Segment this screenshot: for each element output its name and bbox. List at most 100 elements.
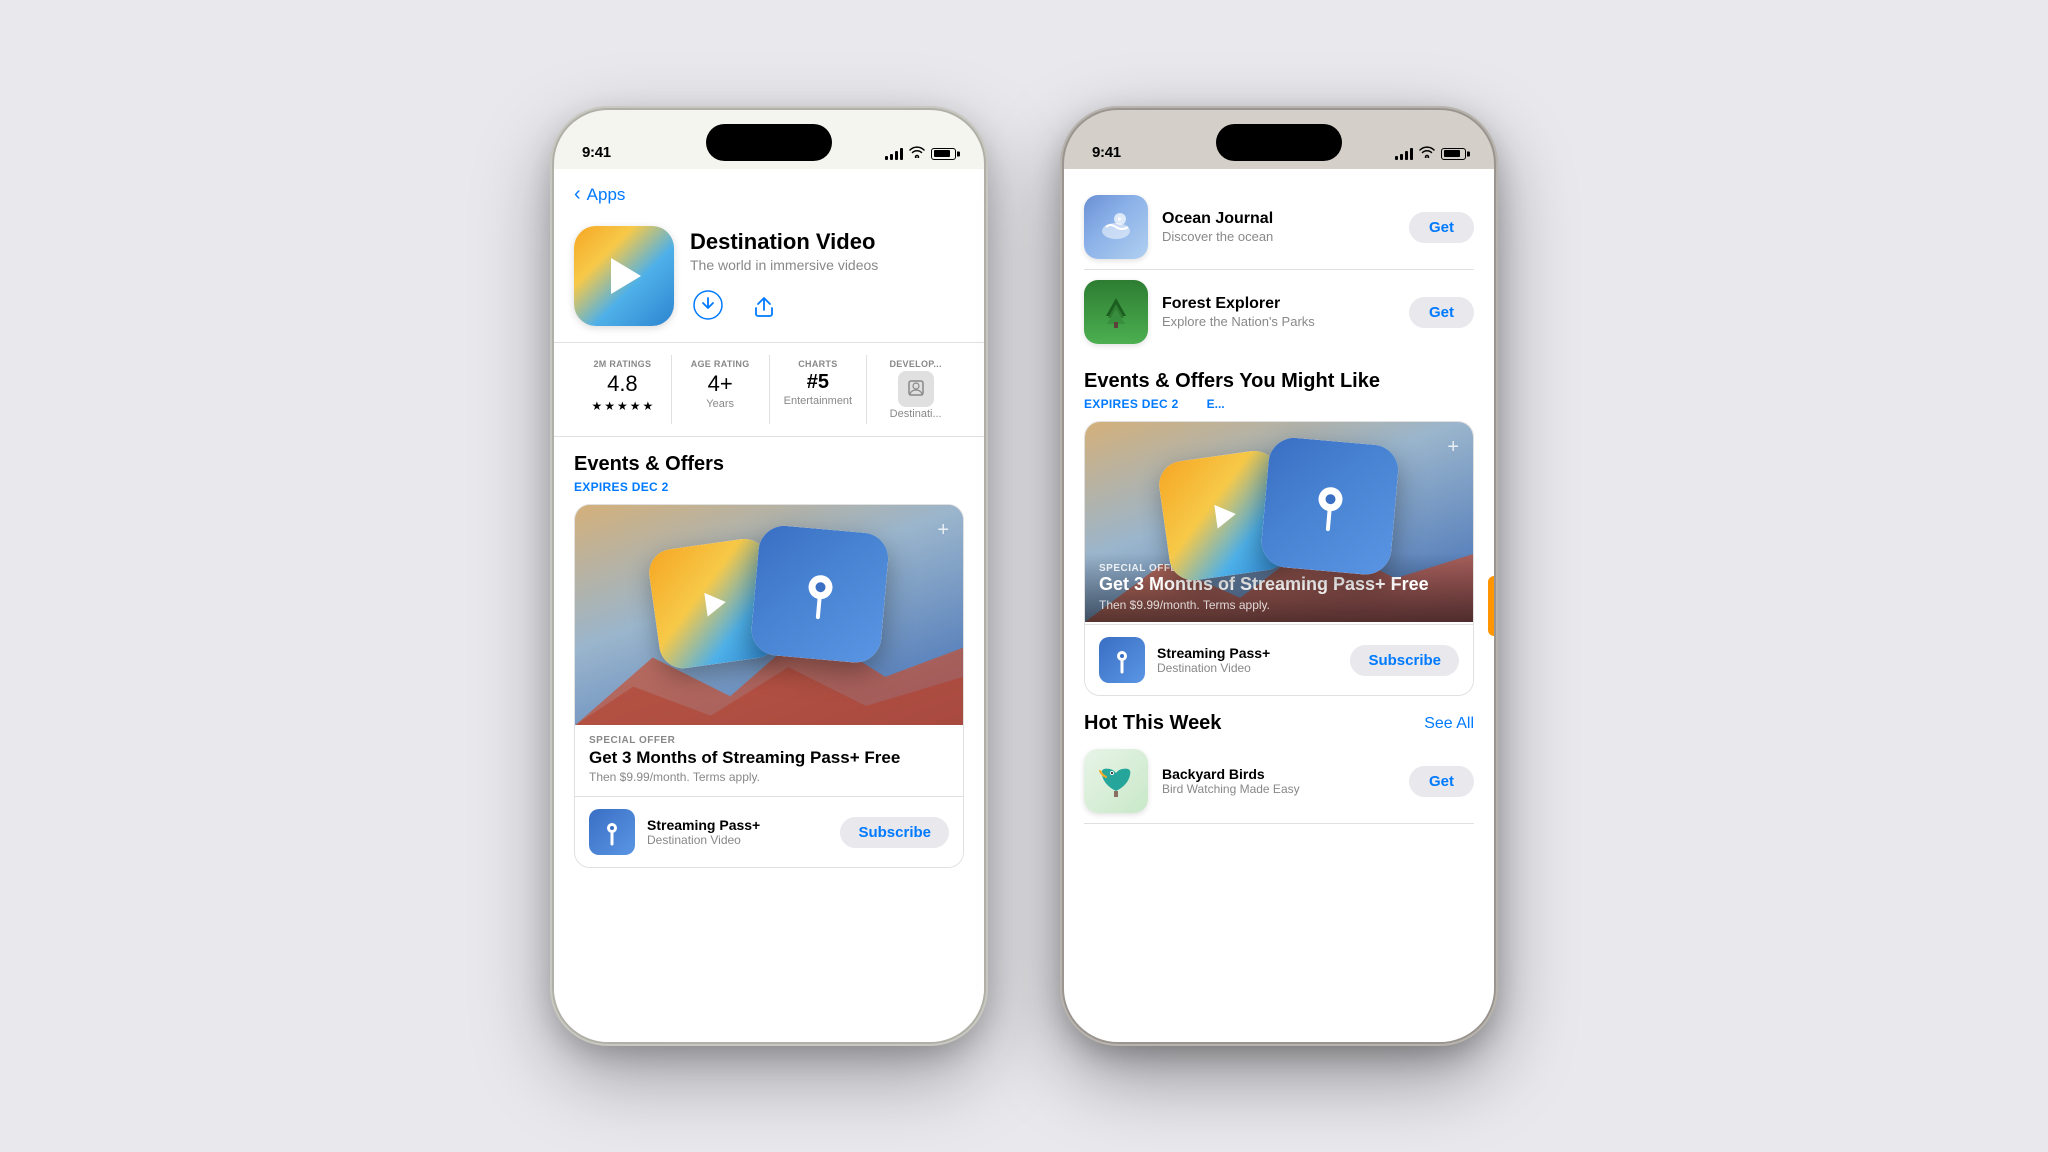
wifi-icon-2: [1419, 146, 1435, 161]
forest-explorer-get-btn[interactable]: Get: [1409, 297, 1474, 328]
download-button-1[interactable]: [690, 287, 726, 323]
offer-sub-2: Then $9.99/month. Terms apply.: [1099, 598, 1459, 612]
event-card-1[interactable]: + SPECIAL OFFER Get 3 Months of Streamin…: [574, 504, 964, 868]
ocean-journal-get-btn[interactable]: Get: [1409, 212, 1474, 243]
battery-icon-1: [931, 148, 956, 160]
developer-label: DEVELOP...: [889, 359, 941, 369]
subscribe-icon-1: [589, 809, 635, 855]
rating-count-label: 2M RATINGS: [593, 359, 651, 369]
subscribe-button-1[interactable]: Subscribe: [840, 817, 949, 848]
events-might-like-title: Events & Offers You Might Like: [1084, 370, 1474, 393]
backyard-birds-icon: [1084, 749, 1148, 813]
age-rating-item: AGE RATING 4+ Years: [672, 355, 770, 424]
app-info-1: Destination Video The world in immersive…: [690, 226, 964, 323]
ratings-row-1: 2M RATINGS 4.8 ★ ★ ★ ★ ★ AGE RATING 4+ Y…: [554, 343, 984, 437]
expires-label-1: EXPIRES DEC 2: [574, 480, 964, 494]
screen-1: ‹ Apps Destination Video The world in im…: [554, 169, 984, 1042]
developer-sub: Destinati...: [890, 408, 942, 420]
status-time-2: 9:41: [1092, 144, 1121, 161]
app-list-2: Ocean Journal Discover the ocean Get: [1064, 169, 1494, 354]
subscribe-info-2: Streaming Pass+ Destination Video: [1157, 645, 1338, 675]
backyard-birds-info: Backyard Birds Bird Watching Made Easy: [1162, 766, 1395, 796]
list-item-ocean: Ocean Journal Discover the ocean Get: [1084, 185, 1474, 270]
forest-explorer-name: Forest Explorer: [1162, 295, 1395, 313]
wifi-icon-1: [909, 146, 925, 161]
forest-explorer-icon: [1084, 280, 1148, 344]
subscribe-icon-2: [1099, 637, 1145, 683]
rating-count-item: 2M RATINGS 4.8 ★ ★ ★ ★ ★: [574, 355, 672, 424]
hot-title: Hot This Week: [1084, 712, 1221, 735]
phone-1: 9:41 ‹ Apps: [554, 110, 984, 1042]
dynamic-island-1: [706, 124, 832, 161]
backyard-birds-get-btn[interactable]: Get: [1409, 766, 1474, 797]
app-subtitle-1: The world in immersive videos: [690, 257, 964, 273]
subscribe-info-1: Streaming Pass+ Destination Video: [647, 817, 828, 847]
events-title-1: Events & Offers: [574, 453, 964, 476]
forest-explorer-info: Forest Explorer Explore the Nation's Par…: [1162, 295, 1395, 329]
charts-item: CHARTS #5 Entertainment: [770, 355, 868, 424]
ocean-journal-info: Ocean Journal Discover the ocean: [1162, 210, 1395, 244]
screen-2: Ocean Journal Discover the ocean Get: [1064, 169, 1494, 1042]
floating-card-2: [749, 524, 890, 665]
age-rating-value: 4+: [708, 371, 733, 397]
subscribe-app-2: Destination Video: [1157, 661, 1338, 675]
expires-label-2: EXPIRES DEC 2: [1084, 397, 1179, 411]
event-card-visual-1: +: [575, 505, 963, 725]
offer-sub-1: Then $9.99/month. Terms apply.: [589, 770, 949, 784]
dynamic-island-2: [1216, 124, 1342, 161]
event-card-2[interactable]: + SPECIAL OFFER Get 3 Months of Streamin…: [1084, 421, 1474, 696]
see-all-button[interactable]: See All: [1424, 715, 1474, 733]
ocean-journal-icon: [1084, 195, 1148, 259]
subscribe-name-2: Streaming Pass+: [1157, 645, 1338, 661]
developer-item: DEVELOP... Destinati...: [867, 355, 964, 424]
battery-icon-2: [1441, 148, 1466, 160]
expires-label-2b: E...: [1207, 397, 1225, 411]
app-header-1: Destination Video The world in immersive…: [554, 216, 984, 343]
event-card-visual-2: + SPECIAL OFFER Get 3 Months of Streamin…: [1085, 422, 1473, 622]
ocean-journal-desc: Discover the ocean: [1162, 229, 1395, 244]
hot-item-birds: Backyard Birds Bird Watching Made Easy G…: [1084, 739, 1474, 824]
status-icons-2: [1395, 146, 1466, 161]
status-time-1: 9:41: [582, 144, 611, 161]
app-title-1: Destination Video: [690, 230, 964, 254]
offer-title-1: Get 3 Months of Streaming Pass+ Free: [589, 748, 949, 768]
offer-type-label-1: SPECIAL OFFER: [589, 735, 949, 746]
list-item-forest: Forest Explorer Explore the Nation's Par…: [1084, 270, 1474, 354]
floating-card-2b: [1259, 436, 1400, 577]
back-chevron-icon-1: ‹: [574, 183, 581, 206]
subscribe-row-2: Streaming Pass+ Destination Video Subscr…: [1085, 624, 1473, 695]
play-icon: [611, 258, 641, 294]
charts-label: CHARTS: [798, 359, 837, 369]
event-card-text-1: SPECIAL OFFER Get 3 Months of Streaming …: [575, 725, 963, 794]
status-icons-1: [885, 146, 956, 161]
age-rating-label: AGE RATING: [691, 359, 750, 369]
share-button-1[interactable]: [746, 287, 782, 323]
phone-2: 9:41: [1064, 110, 1494, 1042]
star-rating: ★ ★ ★ ★ ★: [591, 399, 653, 413]
backyard-birds-desc: Bird Watching Made Easy: [1162, 782, 1395, 796]
developer-icon: [898, 371, 934, 407]
app-icon-destination-video: [574, 226, 674, 326]
orange-pill: [1488, 576, 1494, 636]
expires-row-2: EXPIRES DEC 2 E...: [1084, 397, 1474, 411]
back-button-1[interactable]: ‹ Apps: [574, 183, 625, 206]
subscribe-app-1: Destination Video: [647, 833, 828, 847]
subscribe-row-1: Streaming Pass+ Destination Video Subscr…: [575, 796, 963, 867]
nav-bar-1: ‹ Apps: [554, 169, 984, 216]
signal-icon-1: [885, 148, 903, 160]
hot-list: Backyard Birds Bird Watching Made Easy G…: [1064, 735, 1494, 824]
plus-icon-2: +: [1447, 436, 1459, 459]
hot-section-2: Hot This Week See All: [1064, 696, 1494, 735]
forest-explorer-desc: Explore the Nation's Parks: [1162, 314, 1395, 329]
rating-value: 4.8: [607, 371, 638, 397]
events-section-2: Events & Offers You Might Like EXPIRES D…: [1064, 354, 1494, 696]
backyard-birds-name: Backyard Birds: [1162, 766, 1395, 782]
ocean-journal-name: Ocean Journal: [1162, 210, 1395, 228]
subscribe-button-2[interactable]: Subscribe: [1350, 645, 1459, 676]
plus-icon-1: +: [937, 519, 949, 542]
subscribe-name-1: Streaming Pass+: [647, 817, 828, 833]
app-actions-1: [690, 287, 964, 323]
charts-sub: Entertainment: [784, 395, 852, 407]
events-section-1: Events & Offers EXPIRES DEC 2: [554, 437, 984, 868]
back-label-1: Apps: [587, 185, 626, 205]
